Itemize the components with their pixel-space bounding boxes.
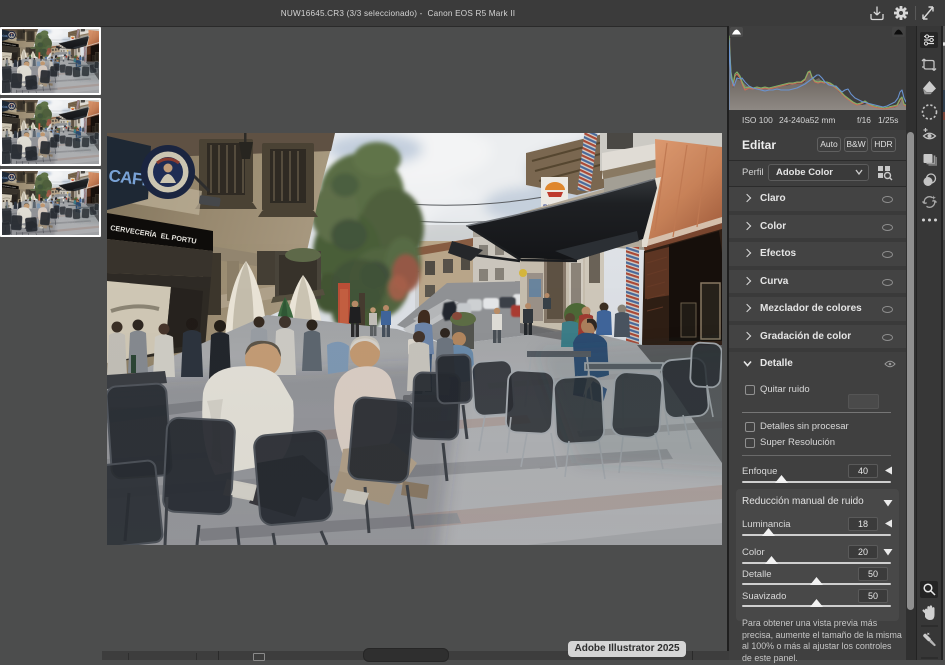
- svg-text:1/25s: 1/25s: [878, 115, 899, 125]
- svg-text:24-240a52 mm: 24-240a52 mm: [779, 115, 835, 125]
- svg-text:f/16: f/16: [857, 115, 871, 125]
- svg-text:ISO 100: ISO 100: [742, 115, 773, 125]
